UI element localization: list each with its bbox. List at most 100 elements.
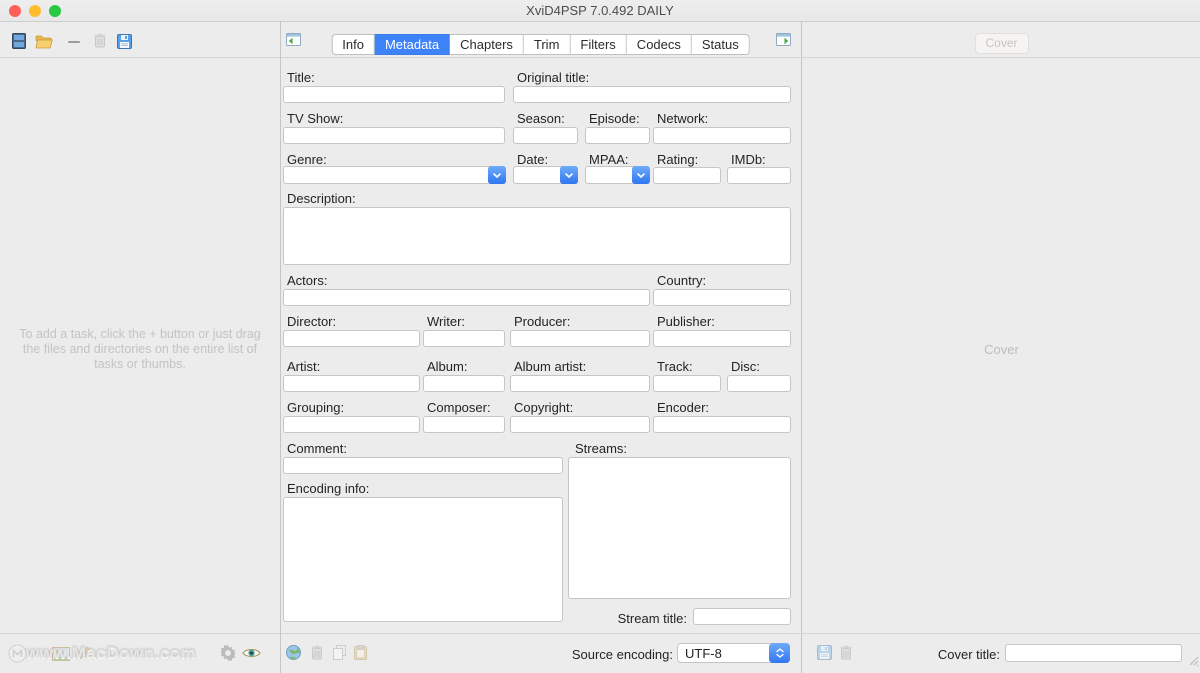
publisher-label: Publisher: (657, 314, 715, 329)
save-task-icon[interactable] (117, 34, 132, 49)
rating-label: Rating: (657, 152, 699, 167)
producer-input[interactable] (510, 330, 650, 347)
publisher-input[interactable] (653, 330, 791, 347)
add-task-icon[interactable] (12, 33, 26, 49)
country-input[interactable] (653, 289, 791, 306)
disc-label: Disc: (731, 359, 760, 374)
cover-bottom-toolbar: Cover title: (802, 633, 1200, 673)
cover-placeholder: Cover (984, 342, 1019, 357)
source-encoding-label: Source encoding: (571, 647, 673, 662)
composer-label: Composer: (427, 400, 491, 415)
tab-metadata[interactable]: Metadata (374, 34, 451, 55)
cover-title-label: Cover title: (937, 647, 1000, 662)
cover-button[interactable]: Cover (974, 33, 1029, 54)
collapse-left-panel-icon[interactable] (286, 33, 301, 46)
chevron-up-down-icon[interactable] (769, 643, 790, 663)
tab-info[interactable]: Info (331, 34, 375, 55)
tab-codecs[interactable]: Codecs (626, 34, 692, 55)
circled-m-icon (8, 644, 27, 663)
grouping-input[interactable] (283, 416, 420, 433)
paste-metadata-icon[interactable] (354, 645, 367, 660)
track-input[interactable] (653, 375, 721, 392)
remove-task-icon[interactable] (68, 41, 80, 43)
chevron-down-icon[interactable] (560, 166, 578, 184)
source-encoding-value: UTF-8 (685, 646, 722, 661)
metadata-panel: Info Metadata Chapters Trim Filters Code… (281, 22, 800, 673)
gear-icon[interactable] (219, 644, 237, 662)
comment-input[interactable] (283, 457, 563, 474)
artist-input[interactable] (283, 375, 420, 392)
pencil-icon[interactable] (76, 645, 92, 661)
description-label: Description: (287, 191, 356, 206)
copyright-input[interactable] (510, 416, 650, 433)
delete-cover-trash-icon[interactable] (840, 645, 852, 660)
mpaa-label: MPAA: (589, 152, 629, 167)
network-input[interactable] (653, 127, 791, 144)
actors-input[interactable] (283, 289, 650, 306)
source-encoding-select[interactable]: UTF-8 (677, 643, 790, 663)
composer-input[interactable] (423, 416, 505, 433)
genre-combobox[interactable] (283, 166, 506, 184)
chevron-down-icon[interactable] (632, 166, 650, 184)
app-window: XviD4PSP 7.0.492 DAILY To add a task, cl… (0, 0, 1200, 673)
tab-status[interactable]: Status (691, 34, 750, 55)
genre-label: Genre: (287, 152, 327, 167)
network-label: Network: (657, 111, 709, 126)
tab-trim[interactable]: Trim (523, 34, 571, 55)
preview-eye-icon[interactable] (242, 647, 261, 659)
original-title-label: Original title: (517, 70, 590, 85)
imdb-input[interactable] (727, 167, 791, 184)
writer-input[interactable] (423, 330, 505, 347)
album-label: Album: (427, 359, 468, 374)
original-title-input[interactable] (513, 86, 791, 103)
picture-icon[interactable] (52, 647, 70, 661)
episode-input[interactable] (585, 127, 650, 144)
tab-chapters[interactable]: Chapters (450, 34, 524, 55)
cover-title-input[interactable] (1005, 644, 1182, 662)
cover-toolbar: Cover (802, 22, 1200, 58)
delete-task-icon[interactable] (94, 33, 106, 48)
disc-input[interactable] (727, 375, 791, 392)
title-label: Title: (287, 70, 315, 85)
date-combobox[interactable] (513, 166, 578, 184)
season-input[interactable] (513, 127, 578, 144)
stream-title-input[interactable] (693, 608, 791, 625)
mpaa-combobox[interactable] (585, 166, 650, 184)
album-artist-input[interactable] (510, 375, 650, 392)
streams-list[interactable] (568, 457, 791, 599)
web-search-globe-icon[interactable] (286, 645, 301, 660)
tv-show-label: TV Show: (287, 111, 344, 126)
encoding-info-label: Encoding info: (287, 481, 370, 496)
description-textarea[interactable] (283, 207, 791, 265)
clear-metadata-trash-icon[interactable] (311, 645, 323, 660)
copy-metadata-icon[interactable] (332, 645, 347, 660)
tab-filters[interactable]: Filters (570, 34, 627, 55)
streams-label: Streams: (575, 441, 628, 456)
date-label: Date: (517, 152, 549, 167)
encoding-info-textarea[interactable] (283, 497, 563, 622)
metadata-tabs: Info Metadata Chapters Trim Filters Code… (331, 34, 750, 55)
task-bottom-toolbar: www.MacDown.com (0, 633, 280, 673)
metadata-bottom-toolbar: Source encoding: UTF-8 (281, 633, 800, 673)
title-bar: XviD4PSP 7.0.492 DAILY (0, 0, 1200, 22)
tv-show-input[interactable] (283, 127, 505, 144)
rating-input[interactable] (653, 167, 721, 184)
task-list-placeholder: To add a task, click the + button or jus… (19, 327, 261, 371)
chevron-down-icon[interactable] (488, 166, 506, 184)
resize-grip[interactable] (1186, 653, 1199, 671)
director-label: Director: (287, 314, 337, 329)
collapse-right-panel-icon[interactable] (776, 33, 791, 46)
producer-label: Producer: (514, 314, 571, 329)
copyright-label: Copyright: (514, 400, 574, 415)
track-label: Track: (657, 359, 693, 374)
open-folder-icon[interactable] (35, 35, 53, 49)
title-input[interactable] (283, 86, 505, 103)
encoder-input[interactable] (653, 416, 791, 433)
save-cover-icon[interactable] (817, 645, 832, 660)
actors-label: Actors: (287, 273, 328, 288)
encoder-label: Encoder: (657, 400, 710, 415)
director-input[interactable] (283, 330, 420, 347)
task-toolbar (0, 22, 280, 58)
album-artist-label: Album artist: (514, 359, 587, 374)
album-input[interactable] (423, 375, 505, 392)
